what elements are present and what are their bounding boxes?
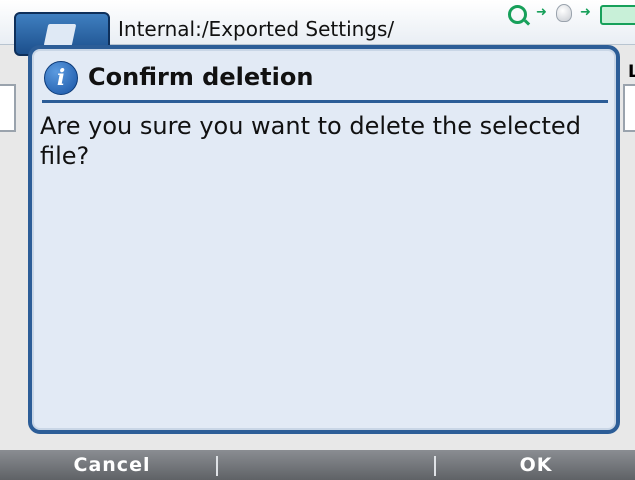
folder-glyph-icon (43, 24, 77, 46)
dialog-header: i Confirm deletion (44, 61, 604, 97)
confirm-deletion-dialog: i Confirm deletion Are you sure you want… (28, 45, 620, 434)
cancel-button[interactable]: Cancel (12, 450, 212, 480)
arrow-right-icon: ➜ (536, 5, 547, 20)
bulb-icon (556, 4, 572, 22)
top-bar: Internal:/Exported Settings/ ➜ ➜ (0, 0, 635, 56)
info-icon: i (44, 61, 78, 95)
softkey-bar: Cancel OK (0, 450, 635, 480)
dialog-title: Confirm deletion (88, 63, 314, 91)
background-panel-fragment (0, 84, 16, 132)
ok-button[interactable]: OK (436, 450, 635, 480)
battery-icon (600, 5, 635, 25)
dialog-message: Are you sure you want to delete the sele… (40, 112, 581, 170)
background-panel-fragment (623, 84, 635, 132)
dialog-divider (42, 100, 608, 103)
softkey-divider (216, 456, 218, 476)
search-icon (508, 5, 527, 24)
background-text-fragment: L (628, 62, 635, 82)
current-path: Internal:/Exported Settings/ (118, 17, 395, 41)
arrow-right-icon: ➜ (580, 5, 591, 20)
status-icons: ➜ ➜ (508, 4, 635, 28)
